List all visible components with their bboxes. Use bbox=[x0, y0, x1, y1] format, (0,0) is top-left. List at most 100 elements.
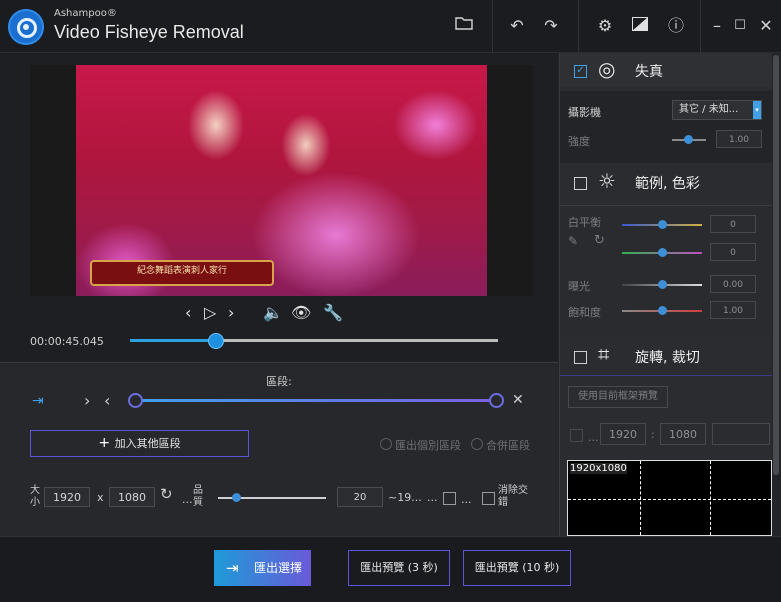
rotate-title: 旋轉, 裁切 bbox=[635, 350, 700, 366]
seek-knob[interactable] bbox=[207, 333, 224, 349]
option-checkbox[interactable] bbox=[443, 492, 456, 506]
deinterlace-checkbox[interactable] bbox=[482, 492, 495, 506]
wb-reset-icon[interactable]: ↻ bbox=[594, 233, 605, 248]
folder-icon[interactable] bbox=[452, 14, 476, 38]
color-title: 範例, 色彩 bbox=[635, 176, 700, 192]
play-icon[interactable]: ▷ bbox=[204, 303, 216, 322]
distortion-body: 攝影機 其它 / 未知... ▾ 強度 1.00 bbox=[560, 91, 772, 163]
crop-icon: ⌗ bbox=[598, 342, 610, 366]
deinterlace-label: 消除交錯 bbox=[498, 485, 528, 508]
compare-icon[interactable] bbox=[628, 14, 652, 38]
camera-select[interactable]: 其它 / 未知... ▾ bbox=[672, 100, 762, 120]
eyedropper-icon[interactable]: ✎ bbox=[568, 234, 578, 248]
settings-icon[interactable]: ⚙ bbox=[593, 14, 617, 38]
wrench-icon[interactable]: 🔧 bbox=[323, 303, 343, 322]
prev-frame-icon[interactable]: ‹ bbox=[185, 303, 191, 322]
crop-extra-field[interactable] bbox=[712, 423, 770, 445]
strength-label: 強度 bbox=[568, 135, 590, 148]
maximize-icon[interactable]: ☐ bbox=[728, 14, 752, 38]
camera-label: 攝影機 bbox=[568, 106, 601, 119]
seek-bar[interactable] bbox=[130, 333, 498, 349]
wb-field-2[interactable]: 0 bbox=[710, 243, 756, 261]
undo-icon[interactable]: ↶ bbox=[505, 14, 529, 38]
use-frame-button[interactable]: 使用目前框架預覽 bbox=[568, 386, 668, 408]
video-preview[interactable]: 紀念舞蹈表演刺人家行 bbox=[30, 65, 533, 296]
saturation-field[interactable]: 1.00 bbox=[710, 301, 756, 319]
fisheye-icon: ◎ bbox=[598, 57, 616, 81]
strength-field[interactable]: 1.00 bbox=[716, 130, 762, 148]
crop-preview[interactable]: 1920x1080 bbox=[567, 460, 772, 536]
size-label: 大小 bbox=[30, 485, 40, 508]
strength-slider[interactable] bbox=[672, 135, 706, 144]
playback-time: 00:00:45.045 bbox=[30, 335, 104, 348]
export-preview-10s-button[interactable]: 匯出預覽 (10 秒) bbox=[463, 550, 571, 586]
info-icon[interactable]: ⓘ bbox=[664, 14, 688, 38]
segment-start-handle[interactable] bbox=[128, 393, 143, 408]
wb-slider-1[interactable] bbox=[622, 220, 702, 229]
brand-name: Ashampoo® bbox=[54, 8, 117, 19]
fps-text: ~19... bbox=[388, 491, 422, 504]
volume-icon[interactable]: 🔈 bbox=[263, 303, 283, 322]
video-banner: 紀念舞蹈表演刺人家行 bbox=[90, 260, 274, 286]
eye-icon[interactable]: 👁 bbox=[291, 303, 311, 322]
export-selection-button[interactable]: ⇥ 匯出選擇 bbox=[214, 550, 311, 586]
size-ellipsis: ... bbox=[182, 493, 193, 506]
crop-ellipsis: ... bbox=[588, 431, 599, 444]
segment-prev-icon[interactable]: ‹ bbox=[104, 391, 110, 410]
color-checkbox[interactable] bbox=[574, 177, 587, 190]
export-icon: ⇥ bbox=[226, 559, 239, 577]
app-logo-icon bbox=[8, 9, 44, 45]
distortion-header[interactable]: ✓ ◎ 失真 bbox=[560, 53, 772, 87]
add-segment-button[interactable]: + 加入其他區段 bbox=[30, 430, 249, 457]
exposure-field[interactable]: 0.00 bbox=[710, 275, 756, 293]
quality-field[interactable]: 20 bbox=[337, 487, 383, 507]
distortion-title: 失真 bbox=[635, 64, 663, 80]
saturation-slider[interactable] bbox=[622, 306, 702, 315]
crop-height-field[interactable]: 1080 bbox=[660, 423, 706, 445]
settings-scrollbar[interactable] bbox=[772, 53, 780, 536]
saturation-label: 飽和度 bbox=[568, 306, 601, 319]
wb-label: 白平衡 bbox=[568, 216, 601, 229]
sun-icon: ☼ bbox=[598, 169, 616, 193]
rotate-header[interactable]: ⌗ 旋轉, 裁切 bbox=[560, 339, 772, 376]
next-frame-icon[interactable]: › bbox=[228, 303, 234, 322]
crop-width-field[interactable]: 1920 bbox=[600, 423, 646, 445]
remove-segment-icon[interactable]: ✕ bbox=[512, 392, 524, 408]
exposure-label: 曝光 bbox=[568, 280, 590, 293]
size-x: x bbox=[97, 491, 104, 504]
title-bar: Ashampoo® Video Fisheye Removal ↶ ↷ ⚙ ⓘ … bbox=[0, 0, 781, 53]
crop-checkbox[interactable] bbox=[570, 429, 583, 443]
minimize-icon[interactable]: – bbox=[705, 14, 729, 38]
video-frame: 紀念舞蹈表演刺人家行 bbox=[76, 65, 487, 296]
app-title: Video Fisheye Removal bbox=[54, 22, 244, 42]
export-preview-3s-button[interactable]: 匯出預覽 (3 秒) bbox=[348, 550, 450, 586]
quality-label: 品質 bbox=[193, 485, 203, 508]
segments-title: 區段: bbox=[266, 375, 292, 388]
crop-preview-label: 1920x1080 bbox=[570, 463, 627, 474]
height-field[interactable]: 1080 bbox=[109, 487, 155, 507]
reset-icon[interactable]: ↻ bbox=[160, 485, 173, 503]
crop-colon: : bbox=[651, 428, 655, 441]
redo-icon[interactable]: ↷ bbox=[539, 14, 563, 38]
wb-field-1[interactable]: 0 bbox=[710, 215, 756, 233]
option-ellipsis: ... bbox=[461, 493, 472, 506]
close-icon[interactable]: ✕ bbox=[754, 14, 778, 38]
segments-panel: 區段: ⇥ › ‹ ✕ + 加入其他區段 匯出個別區段 合併區段 大小 1920… bbox=[0, 362, 558, 537]
width-field[interactable]: 1920 bbox=[44, 487, 90, 507]
export-each-radio[interactable]: 匯出個別區段 bbox=[380, 437, 461, 453]
segment-range[interactable] bbox=[128, 393, 504, 408]
color-header[interactable]: ☼ 範例, 色彩 bbox=[560, 165, 772, 201]
segment-end-handle[interactable] bbox=[489, 393, 504, 408]
wb-slider-2[interactable] bbox=[622, 248, 702, 257]
playback-controls: ‹ ▷ › 🔈 👁 🔧 bbox=[0, 303, 558, 325]
export-segment-icon[interactable]: ⇥ bbox=[32, 393, 44, 409]
rotate-checkbox[interactable] bbox=[574, 351, 587, 364]
distortion-checkbox[interactable]: ✓ bbox=[574, 65, 587, 78]
color-body: 白平衡 0 ✎ ↻ 0 曝光 0.00 飽和度 1.00 bbox=[560, 205, 772, 336]
segment-next-icon[interactable]: › bbox=[84, 391, 90, 410]
app-window: Ashampoo® Video Fisheye Removal ↶ ↷ ⚙ ⓘ … bbox=[0, 0, 781, 602]
exposure-slider[interactable] bbox=[622, 280, 702, 289]
quality-slider[interactable] bbox=[218, 493, 326, 502]
merge-radio[interactable]: 合併區段 bbox=[471, 437, 530, 453]
fps-ellipsis: ... bbox=[427, 491, 438, 504]
